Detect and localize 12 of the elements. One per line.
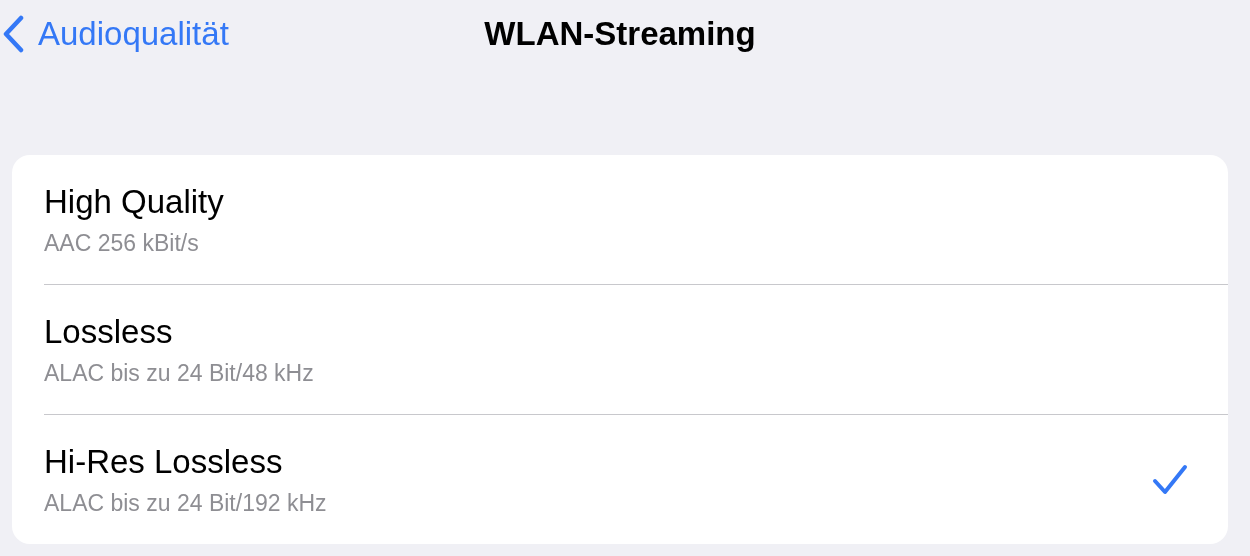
- option-subtitle: ALAC bis zu 24 Bit/192 kHz: [44, 488, 327, 518]
- quality-option[interactable]: Hi-Res Lossless ALAC bis zu 24 Bit/192 kHz: [44, 415, 1228, 544]
- option-title: Hi-Res Lossless: [44, 441, 284, 482]
- option-title: Lossless: [44, 311, 174, 352]
- quality-option[interactable]: Lossless ALAC bis zu 24 Bit/48 kHz: [44, 285, 1228, 414]
- option-title: High Quality: [44, 181, 224, 222]
- back-button[interactable]: Audioqualität: [0, 15, 229, 53]
- option-subtitle: AAC 256 kBit/s: [44, 228, 200, 258]
- option-subtitle: ALAC bis zu 24 Bit/48 kHz: [44, 358, 314, 388]
- chevron-left-icon: [2, 15, 24, 53]
- page-title: WLAN-Streaming: [484, 15, 756, 53]
- quality-option[interactable]: High Quality AAC 256 kBit/s: [44, 155, 1228, 284]
